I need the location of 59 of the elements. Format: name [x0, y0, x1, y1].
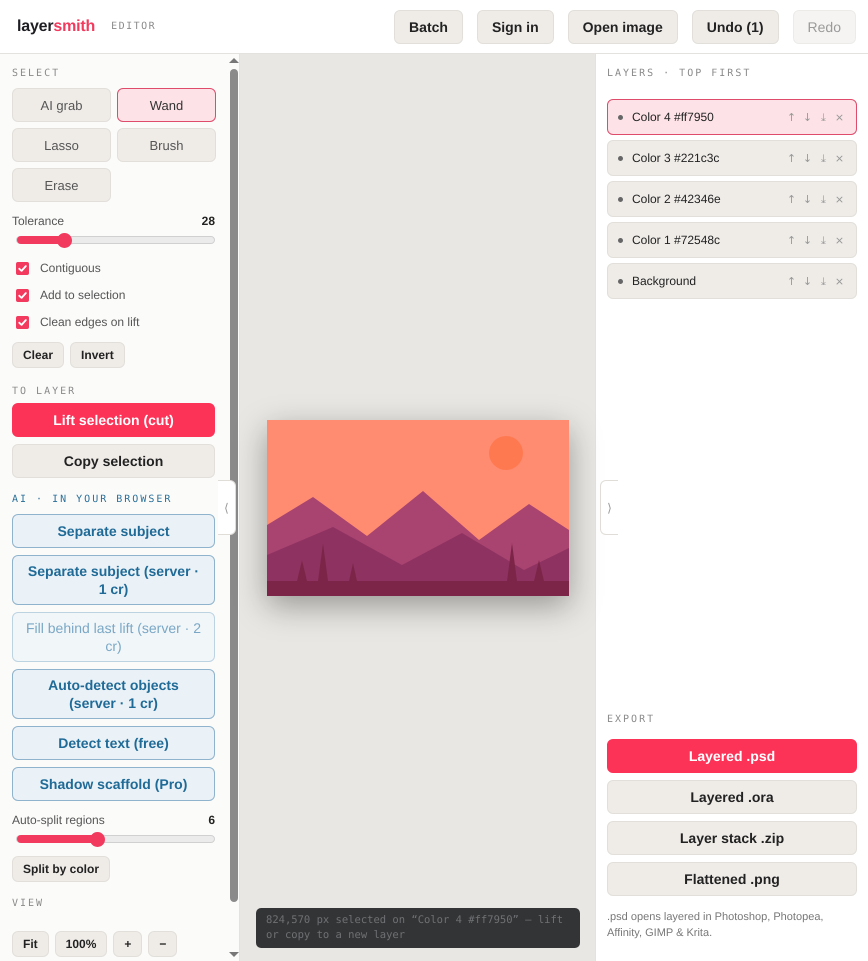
layer-dot-icon [618, 238, 623, 242]
selection-action-button[interactable]: Clear [12, 342, 64, 368]
layer-name: Background [632, 274, 698, 288]
layer-dot-icon [618, 196, 623, 202]
section-heading: VIEW [12, 898, 46, 909]
toolbar-button[interactable]: Sign in [476, 10, 554, 44]
ai-action-button[interactable]: Separate subject [12, 514, 215, 548]
section-heading: AI · IN YOUR BROWSER [12, 494, 174, 505]
section-heading: EXPORT [607, 714, 656, 725]
tool-button[interactable]: Lasso [12, 128, 111, 162]
toolbar-button[interactable]: Batch [394, 10, 463, 44]
section-heading: SELECT [12, 68, 62, 79]
layer-dot-icon [618, 114, 623, 120]
section-heading: LAYERS · TOP FIRST [607, 68, 752, 79]
slider-value: 28 [202, 214, 215, 228]
ai-action-button[interactable]: Auto-detect objects (server · 1 cr) [12, 669, 215, 719]
toolbar-button[interactable]: Undo (1) [692, 10, 779, 44]
tool-button[interactable]: Erase [12, 168, 111, 202]
collapse-right-panel-handle[interactable]: ⟩ [600, 480, 618, 535]
zoom-button[interactable]: + [113, 931, 142, 957]
export-button[interactable]: Layered .psd [607, 739, 857, 773]
layer-action-button[interactable]: Copy selection [12, 444, 215, 478]
slider-value: 6 [208, 813, 215, 827]
section-heading: TO LAYER [12, 386, 78, 397]
ai-action-button[interactable]: Shadow scaffold (Pro) [12, 767, 215, 801]
layer-dot-icon [618, 278, 623, 284]
status-message: 824,570 px selected on “Color 4 #ff7950” — lift or copy to a new layer [256, 908, 580, 948]
ai-action-button[interactable]: Detect text (free) [12, 726, 215, 760]
checkbox-label: Clean edges on lift [40, 315, 140, 329]
collapse-left-panel-handle[interactable]: ⟨ [218, 480, 236, 535]
layer-name: Color 2 #42346e [632, 192, 722, 206]
checkbox-label: Contiguous [40, 261, 101, 275]
slider-label: Auto-split regions [12, 813, 105, 827]
export-button[interactable]: Layer stack .zip [607, 821, 857, 855]
split-by-color-button[interactable]: Split by color [12, 856, 110, 882]
ai-action-button[interactable]: Separate subject (server · 1 cr) [12, 555, 215, 605]
tool-button[interactable]: Wand [117, 88, 216, 122]
selection-action-button[interactable]: Invert [70, 342, 125, 368]
checkbox-label: Add to selection [40, 288, 126, 302]
layer-action-button[interactable]: Lift selection (cut) [12, 403, 215, 437]
zoom-button[interactable]: Fit [12, 931, 49, 957]
toolbar-button[interactable]: Open image [568, 10, 678, 44]
layer-name: Color 3 #221c3c [632, 151, 720, 165]
editor-label: EDITOR [111, 21, 156, 32]
export-button[interactable]: Flattened .png [607, 862, 857, 896]
checkbox[interactable] [16, 316, 29, 328]
zoom-button[interactable]: − [148, 931, 178, 957]
checkbox[interactable] [16, 262, 29, 274]
zoom-button[interactable]: 100% [54, 931, 108, 957]
checkbox[interactable] [16, 288, 29, 302]
slider-label: Tolerance [12, 214, 64, 228]
layer-dot-icon [618, 156, 623, 160]
layer-name: Color 1 #72548c [632, 233, 722, 247]
tool-button[interactable]: AI grab [12, 88, 111, 122]
app-logo: layersmith [17, 18, 96, 36]
layer-name: Color 4 #ff7950 [632, 110, 715, 124]
export-button[interactable]: Layered .ora [607, 780, 857, 814]
export-note: .psd opens layered in Photoshop, Photopea, Affinity, GIMP & Krita. [607, 910, 824, 941]
tool-button[interactable]: Brush [117, 128, 216, 162]
